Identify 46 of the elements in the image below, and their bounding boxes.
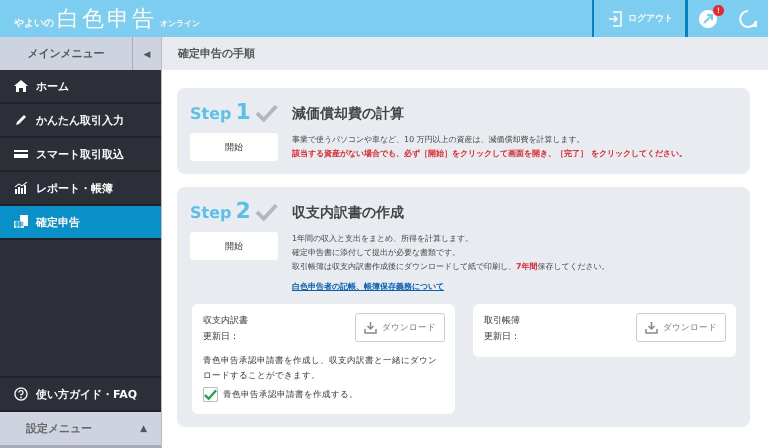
download-button[interactable]: ダウンロード [355,313,445,342]
description-text: 1年間の収入と支出をまとめ、所得を計算します。 [292,233,474,245]
help-icon [14,387,28,401]
caret-icon: ▲ [140,424,147,434]
checkbox-label: 青色申告承認申請書を作成する。 [223,388,358,400]
step-label: Step [190,203,232,222]
checkbox[interactable] [203,387,218,402]
home-icon [14,79,28,93]
card-icon [14,147,28,161]
updated-label: 更新日： [203,330,240,344]
notification-button[interactable]: ! [688,0,728,37]
notification-badge: ! [713,5,724,16]
logo-text: オンライン [160,18,200,28]
nav-item[interactable]: 確定申告 [0,206,161,240]
description-text: 確定申告書に添付して提出が必要な書類です。 [292,247,461,259]
document-name: 収支内訳書 [203,314,248,328]
settings-menu[interactable]: 設定メニュー ▲ [0,412,161,448]
description-text: 事業で使うパソコンや車など、10 万円以上の資産は、減価償却費を計算します。 [292,134,586,146]
arrow-circle-icon [698,8,718,28]
pencil-icon [14,113,28,127]
updated-label: 更新日： [484,330,520,344]
info-link[interactable]: 白色申告者の記帳、帳簿保存義務について [292,280,444,294]
logo-text: やよいの [14,16,54,30]
description-text: 該当する資産がない場合でも、必ず［開始］をクリックして画面を開き、［完了］ をクリックしてください。 [292,148,688,160]
note-text: 青色申告承認申請書を作成し、収支内訳書と一緒にダウンロードすることができます。 [203,355,438,383]
description-text: 取引帳簿は収支内訳書作成後にダウンロードして紙で印刷し、7年間保存してください。 [292,261,611,273]
nav-item[interactable]: かんたん取引入力 [0,104,161,138]
page-title: 確定申告の手順 [162,37,768,70]
bar-chart-icon [14,181,28,195]
calculator-icon [14,215,28,229]
document-name: 取引帳簿 [484,314,520,328]
step-title: 収支内訳書の作成 [292,204,405,222]
download-icon [364,321,377,334]
nav-item[interactable]: スマート取引取込 [0,138,161,172]
start-button[interactable]: 開始 [190,232,278,260]
download-icon [645,321,658,334]
logo-title: 白色申告 [57,6,157,34]
step-label: Step [190,104,232,123]
download-button[interactable]: ダウンロード [636,313,726,342]
settings-label: 設定メニュー [26,421,92,436]
nav-item[interactable]: ホーム [0,70,161,104]
step-title: 減価償却費の計算 [292,105,405,123]
start-button[interactable]: 開始 [190,133,278,161]
step-number: 1 [235,100,251,125]
logout-icon [608,10,622,26]
step-number: 2 [235,199,251,224]
